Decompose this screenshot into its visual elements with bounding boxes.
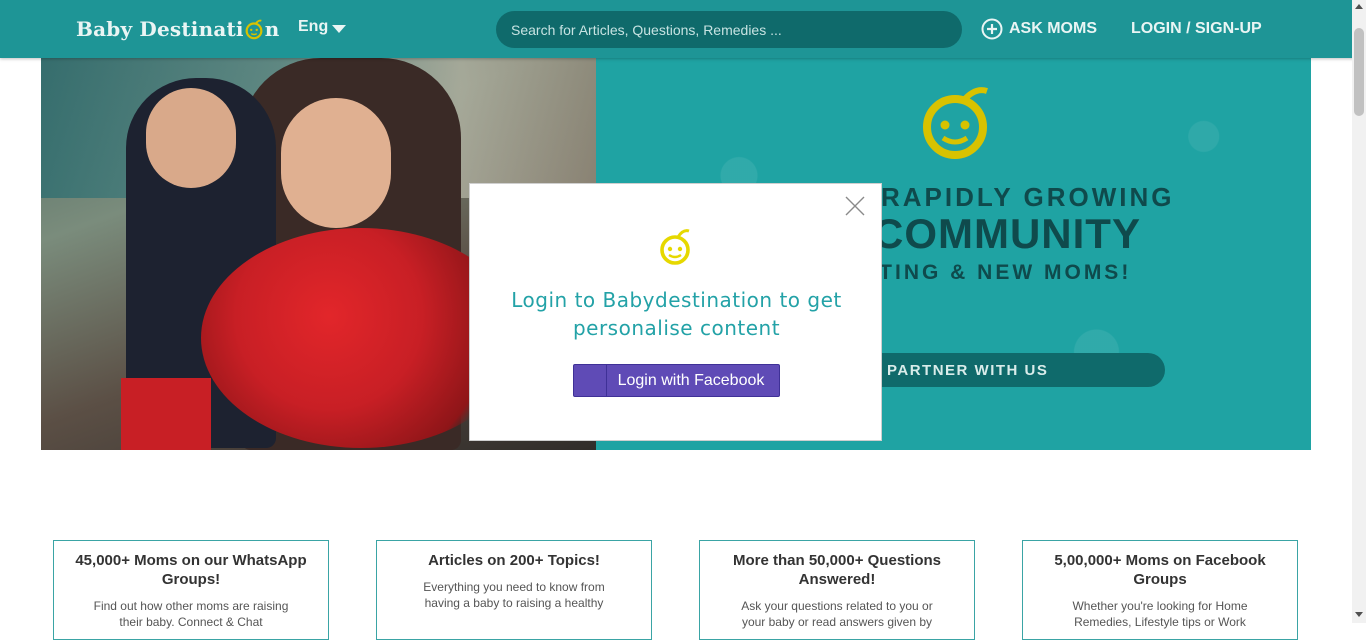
hero-headline-line3: CTING & NEW MOMS! (861, 261, 1132, 284)
facebook-icon (574, 365, 607, 396)
feature-card-title: 5,00,000+ Moms on Facebook Groups (1054, 552, 1266, 588)
brand-name-prefix: Baby Destinati (76, 17, 244, 41)
login-modal: Login to Babydestination to get personal… (469, 183, 882, 441)
login-signup-link[interactable]: LOGIN / SIGN-UP (1131, 20, 1262, 38)
language-selector[interactable]: Eng (298, 18, 347, 36)
facebook-button-label: Login with Facebook (617, 371, 765, 389)
scrollbar-thumb[interactable] (1354, 28, 1364, 116)
language-label: Eng (298, 18, 329, 35)
baby-face-logo-icon (660, 229, 690, 265)
scroll-down-arrow-icon[interactable] (1355, 612, 1363, 617)
login-with-facebook-button[interactable]: Login with Facebook (573, 364, 780, 397)
feature-card-description: Ask your questions related to you or you… (741, 599, 933, 629)
feature-card-articles[interactable]: Articles on 200+ Topics! Everything you … (376, 540, 652, 640)
baby-face-logo-icon (923, 87, 988, 159)
ask-moms-label: ASK MOMS (1009, 20, 1097, 37)
feature-card-questions[interactable]: More than 50,000+ Questions Answered! As… (699, 540, 975, 640)
top-navigation-bar: Baby Destinati n Eng ASK MOMS LOGIN / SI… (0, 0, 1366, 58)
close-icon[interactable] (843, 194, 867, 218)
chevron-down-icon (332, 25, 347, 33)
feature-card-description: Whether you're looking for Home Remedies… (1072, 599, 1248, 629)
feature-card-facebook[interactable]: 5,00,000+ Moms on Facebook Groups Whethe… (1022, 540, 1298, 640)
plus-circle-icon (981, 18, 1003, 40)
feature-card-description: Find out how other moms are raising thei… (93, 599, 289, 629)
feature-card-title: 45,000+ Moms on our WhatsApp Groups! (75, 552, 307, 588)
hero-headline-line2: COMMUNITY (873, 210, 1141, 257)
login-prompt-message: Login to Babydestination to get personal… (511, 288, 842, 340)
hero-headline-line1: RAPIDLY GROWING (881, 182, 1175, 212)
ask-moms-button[interactable]: ASK MOMS (981, 18, 1097, 40)
search-input[interactable] (496, 11, 962, 48)
feature-card-title: More than 50,000+ Questions Answered! (733, 552, 941, 588)
feature-card-description: Everything you need to know from having … (423, 580, 605, 610)
brand-name-suffix: n (264, 17, 280, 41)
baby-face-logo-icon (245, 19, 263, 40)
feature-card-whatsapp[interactable]: 45,000+ Moms on our WhatsApp Groups! Fin… (53, 540, 329, 640)
feature-card-title: Articles on 200+ Topics! (428, 552, 600, 569)
partner-with-us-button[interactable]: PARTNER WITH US (861, 353, 1165, 387)
scroll-up-arrow-icon[interactable] (1355, 4, 1363, 9)
site-logo[interactable]: Baby Destinati n (76, 14, 279, 44)
page-scrollbar[interactable] (1352, 0, 1366, 623)
